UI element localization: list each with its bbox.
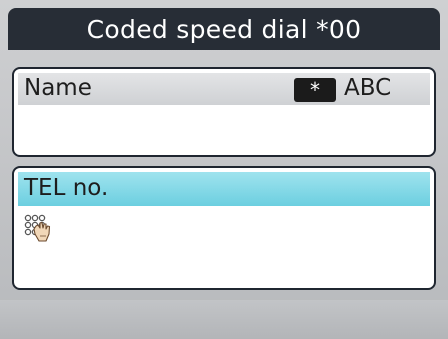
screen-title: Coded speed dial *00 [8, 8, 440, 50]
keypad-touch-icon [24, 214, 51, 242]
tel-field[interactable]: TEL no. [12, 166, 436, 290]
star-key-button[interactable]: * [294, 78, 336, 102]
bottom-bar [0, 300, 448, 339]
input-mode-label: ABC [344, 75, 392, 101]
name-field-label: Name [24, 75, 92, 101]
name-field[interactable]: Name * ABC [12, 67, 436, 157]
device-screen: Coded speed dial *00 Name * ABC TEL no. [0, 0, 448, 339]
tel-field-header: TEL no. [18, 172, 430, 206]
tel-field-label: TEL no. [24, 175, 109, 201]
name-field-header: Name * ABC [18, 73, 430, 105]
